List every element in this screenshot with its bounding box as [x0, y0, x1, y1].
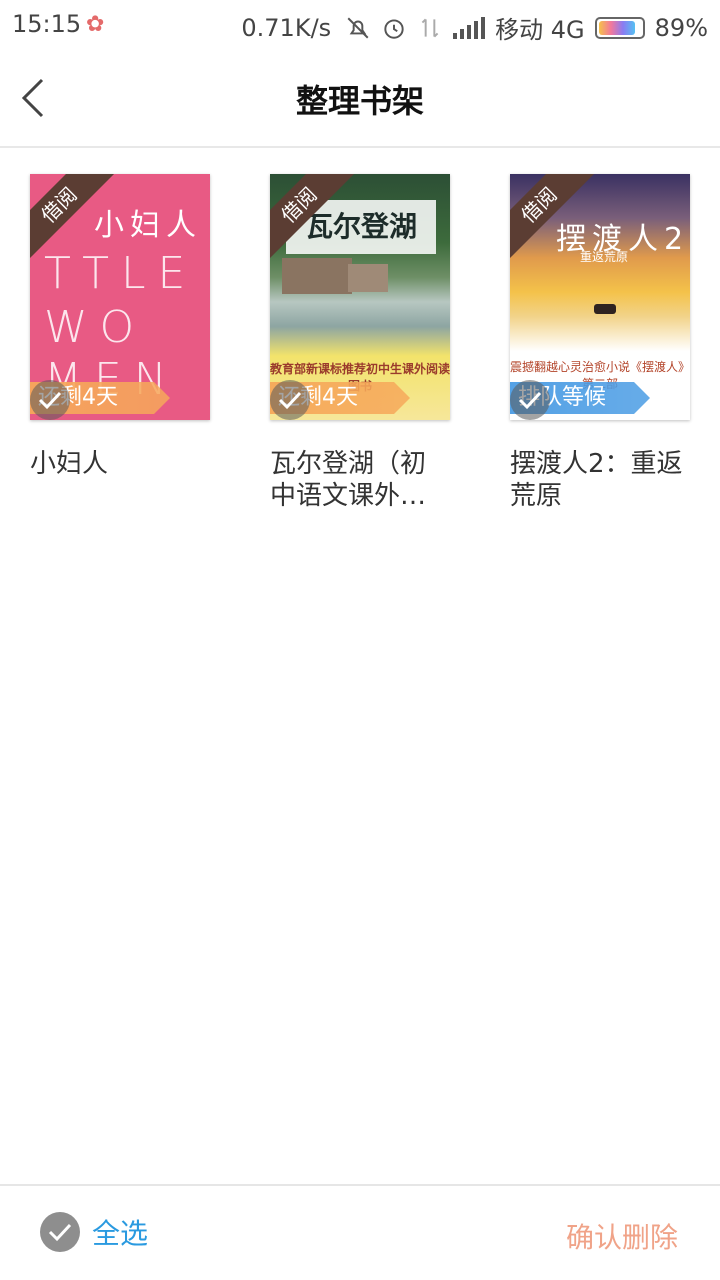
signal-icon	[453, 16, 486, 39]
alarm-icon	[384, 18, 404, 39]
book-title: 瓦尔登湖（初中语文课外…	[270, 449, 427, 511]
cover-title: 小妇人	[94, 208, 202, 243]
select-check-icon[interactable]	[30, 380, 70, 420]
header: 整理书架	[0, 50, 720, 148]
confirm-delete-button[interactable]: 确认删除	[566, 1216, 678, 1256]
cover-house	[348, 264, 388, 292]
network-speed: 0.71K/s	[241, 13, 332, 42]
book-item[interactable]: 摆渡人2 重返荒原 震撼翻越心灵治愈小说《摆渡人》第二部 借阅 排队等候 摆渡人…	[510, 174, 690, 512]
select-check-icon[interactable]	[510, 380, 550, 420]
status-right: 0.71K/s 移动 4G 89%	[241, 10, 708, 45]
select-all-button[interactable]: 全选	[40, 1212, 148, 1252]
book-item[interactable]: 瓦尔登湖 教育部新课标推荐初中生课外阅读图书 借阅 还剩4天 瓦尔登湖（初中语文…	[270, 174, 450, 512]
cover-letters: WO	[44, 302, 147, 353]
cover-house	[282, 258, 352, 294]
cover-boat	[594, 304, 616, 314]
mute-bell-icon	[347, 17, 369, 38]
select-check-icon[interactable]	[270, 380, 310, 420]
screen: 15:15 ✿ 0.71K/s 移动 4G 89% 整理书架 小妇人 TTLE …	[0, 0, 720, 1280]
battery-icon	[594, 16, 645, 39]
cover-letters: TTLE	[44, 248, 198, 299]
cover-subtitle: 重返荒原	[580, 250, 629, 264]
flower-icon: ✿	[86, 12, 105, 37]
check-circle-icon[interactable]	[40, 1212, 80, 1252]
select-all-label[interactable]: 全选	[92, 1212, 148, 1252]
data-transfer-icon	[421, 18, 439, 37]
book-item[interactable]: 小妇人 TTLE WO MEN 借阅 还剩4天 小妇人	[30, 174, 210, 480]
book-cover[interactable]: 小妇人 TTLE WO MEN 借阅 还剩4天	[30, 174, 210, 420]
carrier-label: 移动 4G	[495, 16, 585, 44]
status-time: 15:15	[12, 10, 82, 38]
bottom-action-bar: 全选 确认删除	[0, 1184, 720, 1280]
book-title: 小妇人	[30, 449, 109, 479]
book-cover[interactable]: 瓦尔登湖 教育部新课标推荐初中生课外阅读图书 借阅 还剩4天	[270, 174, 450, 420]
page-title: 整理书架	[295, 82, 424, 120]
book-title: 摆渡人2：重返荒原	[510, 449, 683, 511]
battery-percent: 89%	[654, 13, 708, 42]
status-bar: 15:15 ✿ 0.71K/s 移动 4G 89%	[0, 0, 720, 50]
book-cover[interactable]: 摆渡人2 重返荒原 震撼翻越心灵治愈小说《摆渡人》第二部 借阅 排队等候	[510, 174, 690, 420]
